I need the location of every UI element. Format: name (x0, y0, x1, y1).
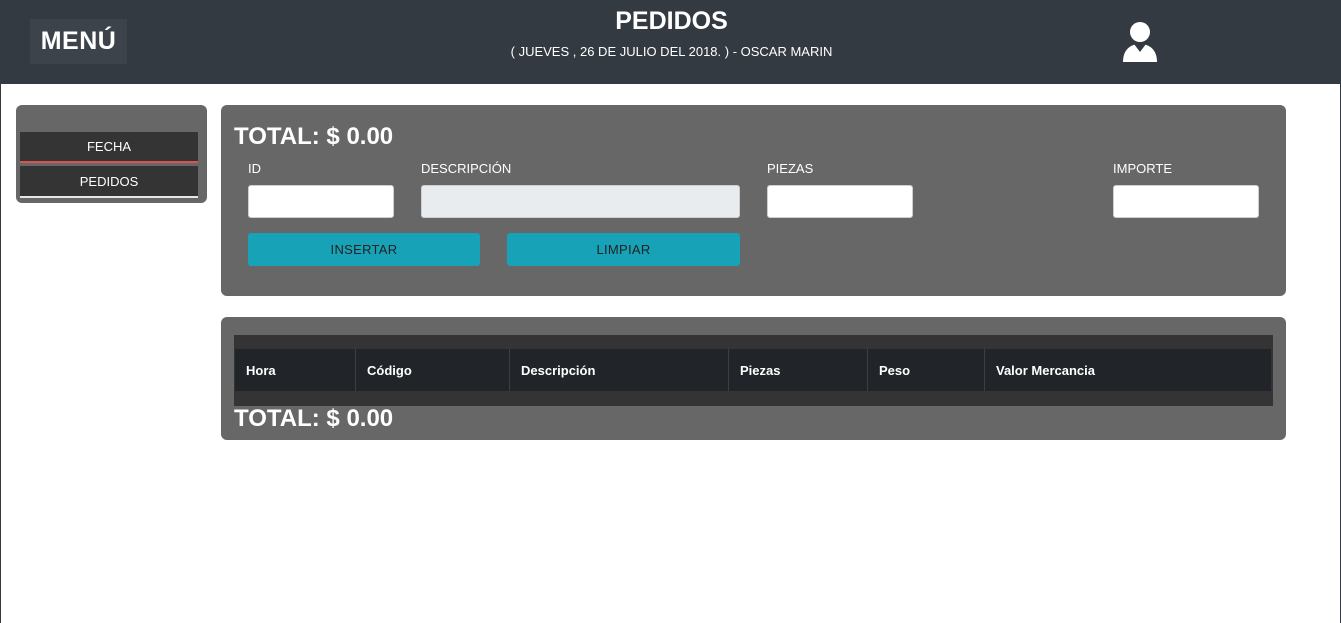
order-form-panel: TOTAL: $ 0.00 ID DESCRIPCIÓN PIEZAS IMPO… (221, 105, 1286, 296)
insertar-button[interactable]: INSERTAR (248, 233, 480, 266)
top-header-bar: MENÚ PEDIDOS ( JUEVES , 26 DE JULIO DEL … (1, 0, 1341, 84)
orders-table-panel: Hora Código Descripción Piezas Peso Valo… (221, 317, 1286, 440)
piezas-label: PIEZAS (767, 161, 814, 176)
table-total: TOTAL: $ 0.00 (234, 405, 394, 432)
descripcion-label: DESCRIPCIÓN (421, 161, 512, 176)
sidebar-panel: FECHA PEDIDOS (16, 105, 207, 203)
column-header-piezas[interactable]: Piezas (729, 349, 868, 391)
orders-table: Hora Código Descripción Piezas Peso Valo… (234, 335, 1273, 406)
descripcion-field (421, 185, 740, 218)
column-header-descripcion[interactable]: Descripción (510, 349, 729, 391)
sidebar-item-fecha[interactable]: FECHA (20, 132, 198, 163)
id-field[interactable] (248, 185, 394, 218)
column-header-codigo[interactable]: Código (356, 349, 510, 391)
column-header-peso[interactable]: Peso (868, 349, 985, 391)
column-header-hora[interactable]: Hora (235, 349, 356, 391)
form-total: TOTAL: $ 0.00 (234, 123, 394, 150)
piezas-field[interactable] (767, 185, 913, 218)
user-icon[interactable] (1120, 20, 1160, 64)
id-label: ID (248, 161, 261, 176)
importe-label: IMPORTE (1113, 161, 1172, 176)
sidebar-item-pedidos[interactable]: PEDIDOS (20, 166, 198, 198)
importe-field[interactable] (1113, 185, 1259, 218)
column-header-valor-mercancia[interactable]: Valor Mercancia (985, 349, 1271, 391)
table-header-row: Hora Código Descripción Piezas Peso Valo… (235, 349, 1271, 391)
limpiar-button[interactable]: LIMPIAR (507, 233, 740, 266)
